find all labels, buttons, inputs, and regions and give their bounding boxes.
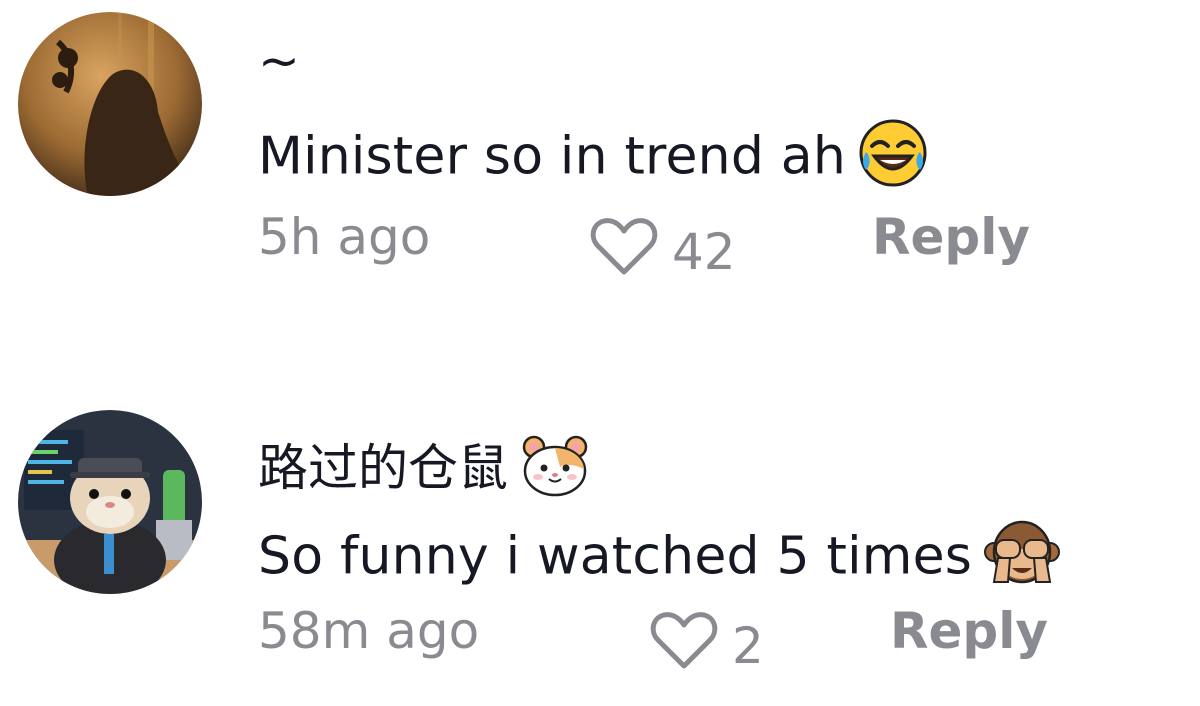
like-button[interactable]: 42 xyxy=(588,214,736,290)
like-count: 2 xyxy=(732,617,764,675)
see-no-evil-monkey-icon xyxy=(984,518,1061,601)
comment-text: So funny i watched 5 times xyxy=(258,518,1061,601)
username[interactable]: ~ xyxy=(258,32,300,90)
comment-item: ~ Minister so in trend ah 5h ago 42 Repl… xyxy=(0,0,1200,340)
hamster-face-icon xyxy=(520,435,590,509)
heart-icon xyxy=(588,214,660,290)
comment-text-content: So funny i watched 5 times xyxy=(258,526,973,587)
comment-text-content: Minister so in trend ah xyxy=(258,126,847,187)
timestamp: 5h ago xyxy=(258,208,431,266)
username[interactable]: 路过的仓鼠 xyxy=(258,428,590,509)
like-count: 42 xyxy=(672,223,736,281)
avatar[interactable] xyxy=(18,410,202,594)
comment-item: 路过的仓鼠 So funny i watched 5 times 58m ago… xyxy=(0,390,1200,706)
reply-button[interactable]: Reply xyxy=(872,208,1030,266)
face-with-tears-of-joy-icon xyxy=(858,118,928,201)
timestamp: 58m ago xyxy=(258,602,480,660)
avatar[interactable] xyxy=(18,12,202,196)
reply-button[interactable]: Reply xyxy=(890,602,1048,660)
username-text: 路过的仓鼠 xyxy=(258,439,508,497)
comment-text: Minister so in trend ah xyxy=(258,118,928,201)
heart-icon xyxy=(648,608,720,684)
like-button[interactable]: 2 xyxy=(648,608,764,684)
